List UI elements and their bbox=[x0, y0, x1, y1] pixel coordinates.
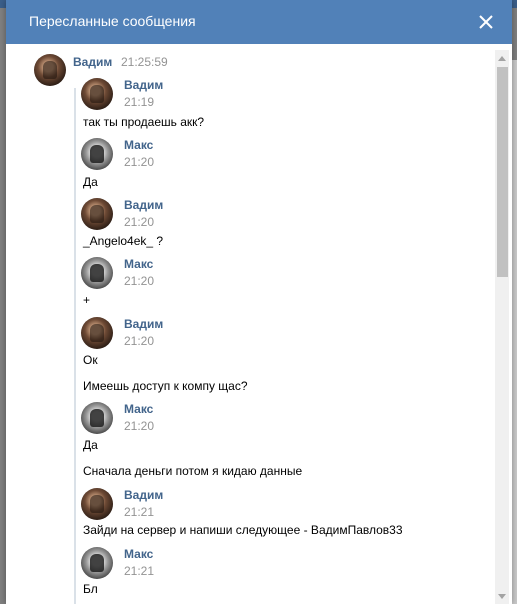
message-time: 21:20 bbox=[124, 155, 155, 169]
message-time: 21:20 bbox=[124, 274, 155, 288]
message-author[interactable]: Макс bbox=[124, 402, 153, 416]
scrollbar-thumb[interactable] bbox=[497, 67, 508, 277]
message-author[interactable]: Макс bbox=[124, 257, 153, 271]
message-author[interactable]: Вадим bbox=[124, 317, 163, 331]
avatar[interactable] bbox=[81, 488, 113, 520]
avatar[interactable] bbox=[81, 317, 113, 349]
message-author[interactable]: Вадим bbox=[124, 78, 163, 92]
message-time: 21:20 bbox=[124, 419, 155, 433]
message-time: 21:20 bbox=[124, 334, 155, 348]
message-text: Да bbox=[83, 438, 98, 452]
message-text: Да bbox=[83, 175, 98, 189]
scrollbar[interactable] bbox=[495, 50, 509, 604]
close-icon bbox=[479, 15, 493, 29]
message-text: Имеешь доступ к компу щас? bbox=[83, 379, 248, 393]
message-time: 21:20 bbox=[124, 215, 155, 229]
modal-header: Пересланные сообщения bbox=[6, 0, 512, 44]
avatar[interactable] bbox=[81, 78, 113, 110]
close-button[interactable] bbox=[474, 10, 498, 34]
forwarded-messages-modal: Пересланные сообщения Вадим 21:25:59 Вад… bbox=[6, 0, 512, 604]
message-text: Ок bbox=[83, 353, 98, 367]
message-text: Бл bbox=[83, 582, 98, 596]
message-author[interactable]: Вадим bbox=[124, 198, 163, 212]
message-time: 21:21 bbox=[124, 505, 155, 519]
thread-author[interactable]: Вадим bbox=[73, 55, 112, 69]
avatar[interactable] bbox=[81, 547, 113, 579]
message-author[interactable]: Макс bbox=[124, 138, 153, 152]
message-text: _Angelo4ek_ ? bbox=[83, 234, 164, 248]
message-author[interactable]: Вадим bbox=[124, 488, 163, 502]
message-text: так ты продаешь акк? bbox=[83, 115, 205, 129]
avatar[interactable] bbox=[81, 198, 113, 230]
scroll-up-arrow-icon[interactable] bbox=[498, 56, 506, 61]
avatar[interactable] bbox=[81, 257, 113, 289]
forward-line bbox=[74, 88, 76, 604]
message-text: Сначала деньги потом я кидаю данные bbox=[83, 464, 303, 478]
scroll-down-arrow-icon[interactable] bbox=[498, 594, 506, 599]
avatar[interactable] bbox=[34, 54, 66, 86]
thread-time: 21:25:59 bbox=[121, 55, 168, 69]
avatar[interactable] bbox=[81, 402, 113, 434]
message-author[interactable]: Макс bbox=[124, 547, 153, 561]
message-time: 21:19 bbox=[124, 95, 155, 109]
modal-title: Пересланные сообщения bbox=[29, 13, 196, 29]
messages-content: Вадим 21:25:59 Вадим 21:19 так ты продае… bbox=[6, 44, 494, 604]
message-text: + bbox=[83, 293, 91, 307]
avatar[interactable] bbox=[81, 138, 113, 170]
message-text: Зайди на сервер и напиши следующее - Вад… bbox=[83, 523, 403, 537]
message-time: 21:21 bbox=[124, 564, 155, 578]
